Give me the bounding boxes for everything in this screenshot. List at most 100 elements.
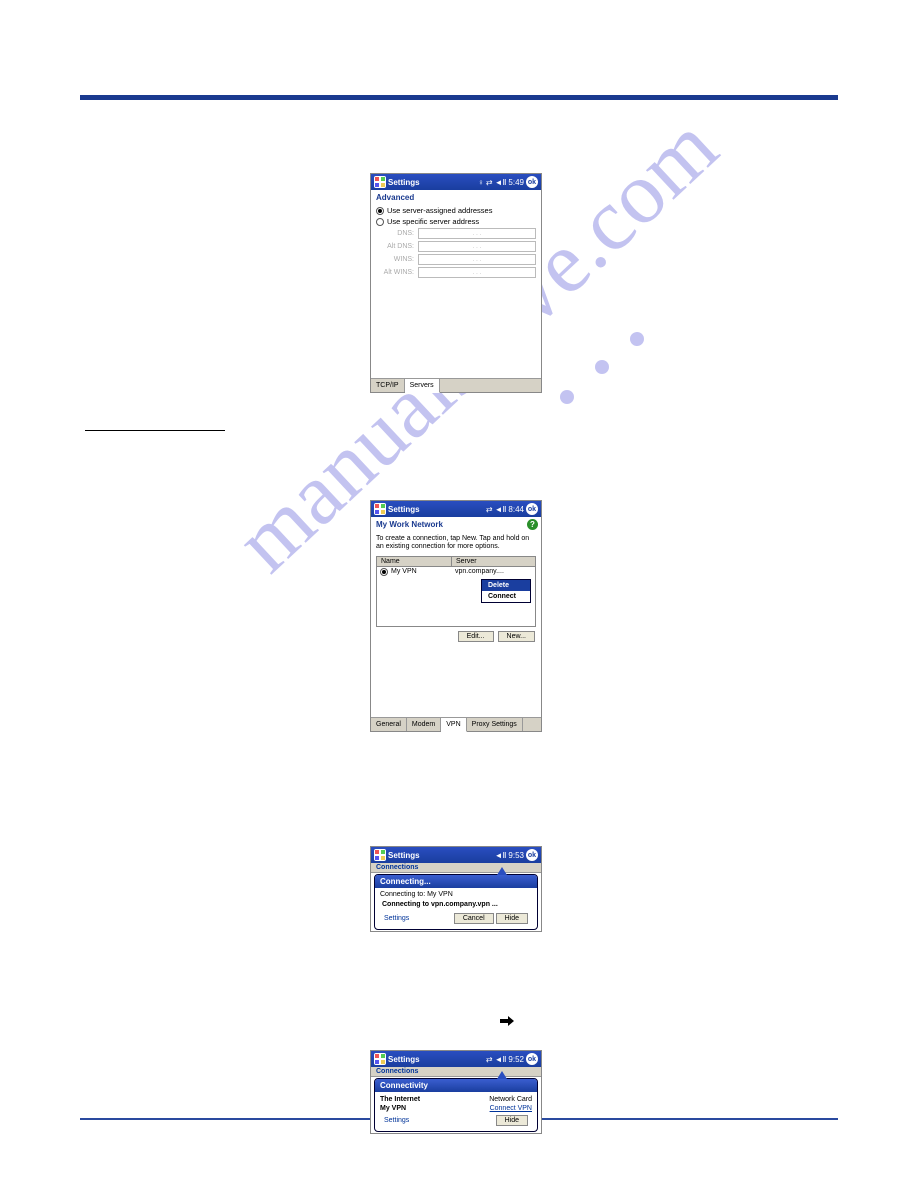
connect-vpn-link[interactable]: Connect VPN	[490, 1105, 532, 1112]
dns-label: DNS:	[376, 230, 414, 237]
edit-button[interactable]: Edit...	[458, 631, 494, 642]
wins-input[interactable]: . . .	[418, 254, 536, 265]
window-title: Settings	[388, 505, 420, 514]
start-icon[interactable]	[374, 176, 386, 188]
screen-work-network: Settings ⇄ ◄Ⅱ 8:44 ok ? My Work Network …	[370, 500, 542, 732]
watermark-dot	[630, 332, 644, 346]
signal-icon: ⇄	[486, 505, 493, 514]
sound-icon: ◄Ⅱ	[495, 1055, 507, 1064]
wins-label: WINS:	[376, 256, 414, 263]
altwins-row: Alt WINS: . . .	[371, 266, 541, 279]
tab-servers[interactable]: Servers	[405, 379, 440, 393]
col-name[interactable]: Name	[377, 557, 452, 566]
table-row[interactable]: My VPN vpn.company....	[377, 567, 535, 577]
settings-link[interactable]: Settings	[384, 915, 409, 922]
altwins-input[interactable]: . . .	[418, 267, 536, 278]
screen-connectivity: Settings ⇄ ◄Ⅱ 9:52 ok Connections Connec…	[370, 1050, 542, 1134]
altdns-row: Alt DNS: . . .	[371, 240, 541, 253]
action-buttons: Edit... New...	[371, 627, 541, 646]
help-icon[interactable]: ?	[527, 519, 538, 530]
col-server[interactable]: Server	[452, 557, 535, 566]
section-work-network: My Work Network	[371, 517, 541, 532]
altdns-label: Alt DNS:	[376, 243, 414, 250]
bubble-title: Connectivity	[375, 1079, 537, 1092]
signal-icon: ⇄	[486, 178, 493, 187]
screen-advanced: Settings ♀ ⇄ ◄Ⅱ 5:49 ok Advanced Use ser…	[370, 173, 542, 393]
ok-button[interactable]: ok	[526, 503, 538, 515]
tab-proxy[interactable]: Proxy Settings	[467, 718, 523, 731]
instructions-text: To create a connection, tap New. Tap and…	[371, 532, 541, 555]
signal-icon: ⇄	[486, 1055, 493, 1064]
connecting-bubble: Connecting... Connecting to: My VPN Conn…	[374, 874, 538, 930]
tab-tcpip[interactable]: TCP/IP	[371, 379, 405, 392]
bubble-title: Connecting...	[375, 875, 537, 888]
tab-general[interactable]: General	[371, 718, 407, 731]
hide-button[interactable]: Hide	[496, 1115, 528, 1126]
conn-server: vpn.company....	[455, 568, 504, 576]
sound-icon: ◄Ⅱ	[495, 851, 507, 860]
section-advanced: Advanced	[371, 190, 541, 205]
new-button[interactable]: New...	[498, 631, 535, 642]
bubble-tail-icon	[497, 867, 507, 875]
titlebar: Settings ⇄ ◄Ⅱ 8:44 ok	[371, 501, 541, 517]
radio-specific-address[interactable]: Use specific server address	[371, 216, 541, 227]
radio-selected-icon	[376, 207, 384, 215]
menu-connect[interactable]: Connect	[482, 591, 530, 602]
sound-icon: ◄Ⅱ	[495, 505, 507, 514]
context-menu: Delete Connect	[481, 579, 531, 603]
radio-label: Use server-assigned addresses	[387, 206, 492, 215]
dns-input[interactable]: . . .	[418, 228, 536, 239]
radio-server-assigned[interactable]: Use server-assigned addresses	[371, 205, 541, 216]
clock-time: 5:49	[508, 178, 524, 187]
clock-time: 9:52	[508, 1055, 524, 1064]
settings-link[interactable]: Settings	[384, 1117, 409, 1124]
wins-row: WINS: . . .	[371, 253, 541, 266]
radio-unselected-icon	[376, 218, 384, 226]
start-icon[interactable]	[374, 503, 386, 515]
conn-name: My VPN	[391, 568, 455, 576]
row-internet-label: The Internet	[380, 1096, 420, 1103]
radio-selected-icon	[380, 568, 388, 576]
cancel-button[interactable]: Cancel	[454, 913, 494, 924]
titlebar: Settings ♀ ⇄ ◄Ⅱ 5:49 ok	[371, 174, 541, 190]
ok-button[interactable]: ok	[526, 176, 538, 188]
window-title: Settings	[388, 1055, 420, 1064]
row-internet-value: Network Card	[489, 1096, 532, 1103]
start-icon[interactable]	[374, 849, 386, 861]
watermark-dot	[595, 360, 609, 374]
connectivity-arrows-icon	[500, 1016, 514, 1029]
row-vpn-label: My VPN	[380, 1105, 406, 1112]
hide-button[interactable]: Hide	[496, 913, 528, 924]
titlebar: Settings ◄Ⅱ 9:53 ok	[371, 847, 541, 863]
menu-delete[interactable]: Delete	[482, 580, 530, 591]
connections-list: My VPN vpn.company.... Delete Connect	[376, 567, 536, 627]
antenna-icon: ♀	[478, 178, 484, 187]
connections-strip: Connections	[371, 863, 541, 873]
instructions-underline	[85, 427, 225, 431]
table-header: Name Server	[376, 556, 536, 567]
altdns-input[interactable]: . . .	[418, 241, 536, 252]
ok-button[interactable]: ok	[526, 849, 538, 861]
altwins-label: Alt WINS:	[376, 269, 414, 276]
clock-time: 9:53	[508, 851, 524, 860]
dns-row: DNS: . . .	[371, 227, 541, 240]
tabbar: TCP/IP Servers	[371, 378, 541, 392]
titlebar: Settings ⇄ ◄Ⅱ 9:52 ok	[371, 1051, 541, 1067]
radio-label: Use specific server address	[387, 217, 479, 226]
clock-time: 8:44	[508, 505, 524, 514]
ok-button[interactable]: ok	[526, 1053, 538, 1065]
window-title: Settings	[388, 851, 420, 860]
window-title: Settings	[388, 178, 420, 187]
watermark-dot	[560, 390, 574, 404]
tab-modem[interactable]: Modem	[407, 718, 441, 731]
connectivity-bubble: Connectivity The Internet Network Card M…	[374, 1078, 538, 1132]
connecting-status: Connecting to vpn.company.vpn ...	[380, 898, 532, 911]
connecting-target: Connecting to: My VPN	[380, 891, 532, 898]
bubble-tail-icon	[497, 1071, 507, 1079]
start-icon[interactable]	[374, 1053, 386, 1065]
tab-vpn[interactable]: VPN	[441, 718, 466, 732]
connections-strip: Connections	[371, 1067, 541, 1077]
top-rule	[80, 95, 838, 100]
sound-icon: ◄Ⅱ	[495, 178, 507, 187]
tabbar: General Modem VPN Proxy Settings	[371, 717, 541, 731]
